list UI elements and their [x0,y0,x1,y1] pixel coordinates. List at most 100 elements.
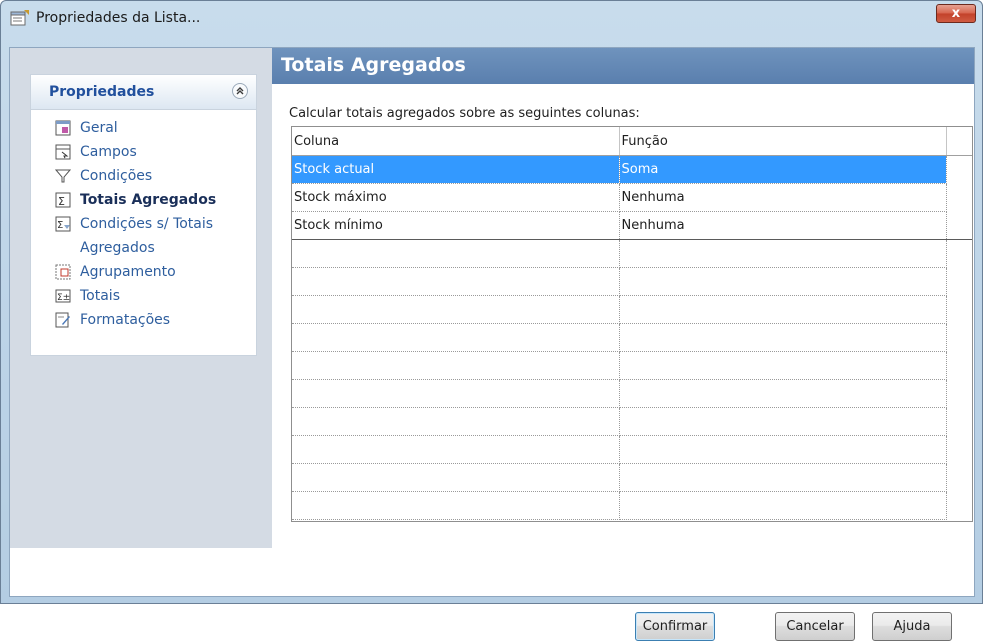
table-row-empty[interactable] [292,463,972,492]
sidebar-item-condicoes[interactable]: Condições [31,165,256,189]
sidebar-item-label: Totais [80,288,120,304]
cell-empty[interactable] [619,323,947,352]
cell-funcao[interactable]: Soma [619,155,947,184]
aggregates-grid[interactable]: Coluna Função Stock actual Soma Stock má [291,126,973,522]
dialog-body: Propriedades Geral Campos Condições Σ To… [9,47,975,641]
chevron-up-icon [236,87,244,95]
cell-empty[interactable] [292,267,620,296]
section-header: Totais Agregados [272,48,974,84]
sidebar-item-label: Condições [80,168,153,184]
formatting-icon [55,312,70,328]
sidebar-item-label: Geral [80,120,118,136]
cancel-button[interactable]: Cancelar [775,612,855,641]
cell-filler [946,296,972,324]
cell-empty[interactable] [292,491,620,520]
cell-filler [946,464,972,492]
table-row-empty[interactable] [292,267,972,296]
sidebar-item-totais[interactable]: Σ± Totais [31,285,256,309]
cell-empty[interactable] [619,267,947,296]
form-icon [55,120,71,136]
cell-filler [946,436,972,464]
filter-icon [55,169,71,183]
cell-empty[interactable] [292,239,620,268]
column-header-funcao[interactable]: Função [619,127,947,156]
sidebar-item-geral[interactable]: Geral [31,117,256,141]
table-row-empty[interactable] [292,239,972,268]
cell-filler [946,240,972,268]
cell-empty[interactable] [619,239,947,268]
column-header-coluna[interactable]: Coluna [292,127,620,156]
sidebar-item-label: Formatações [80,312,171,328]
svg-text:Σ: Σ [58,195,65,208]
cell-empty[interactable] [619,379,947,408]
fields-icon [55,144,71,160]
properties-panel: Propriedades Geral Campos Condições Σ To… [30,74,257,356]
cell-empty[interactable] [292,323,620,352]
cell-empty[interactable] [619,407,947,436]
cell-coluna[interactable]: Stock mínimo [292,211,620,240]
main-content: Totais Agregados Calcular totais agregad… [272,48,974,548]
cell-empty[interactable] [292,351,620,380]
cell-empty[interactable] [619,295,947,324]
title-bar[interactable]: Propriedades da Lista... x [1,1,982,35]
aggregates-table: Coluna Função Stock actual Soma Stock má [292,127,972,520]
cell-empty[interactable] [619,351,947,380]
table-row-empty[interactable] [292,435,972,464]
cell-filler [946,352,972,380]
sidebar-item-formatacoes[interactable]: Formatações [31,309,256,333]
sidebar-item-label: Totais Agregados [80,192,217,208]
table-row-empty[interactable] [292,491,972,520]
cell-empty[interactable] [292,379,620,408]
cell-empty[interactable] [292,435,620,464]
panel-title: Propriedades [49,84,155,100]
table-header-row: Coluna Função [292,127,972,156]
table-row-empty[interactable] [292,407,972,436]
cell-filler [946,492,972,520]
cell-empty[interactable] [292,407,620,436]
aggregate-condition-icon: Σ [55,216,71,232]
close-button[interactable]: x [936,4,976,23]
table-row[interactable]: Stock máximo Nenhuma [292,183,972,212]
totals-icon: Σ± [55,289,71,303]
cell-funcao[interactable]: Nenhuma [619,211,947,240]
cell-empty[interactable] [292,295,620,324]
cell-filler [946,380,972,408]
cell-filler [946,156,972,184]
window-title: Propriedades da Lista... [36,10,201,26]
sidebar-item-totais-agregados[interactable]: Σ Totais Agregados [31,189,256,213]
aggregate-icon: Σ [55,192,71,208]
cell-filler [946,268,972,296]
sidebar-item-agrupamento[interactable]: Agrupamento [31,261,256,285]
table-row-empty[interactable] [292,379,972,408]
confirm-button[interactable]: Confirmar [635,612,715,641]
cell-empty[interactable] [619,463,947,492]
column-header-filler [946,127,972,156]
sidebar-item-label: Agrupamento [80,264,176,280]
sidebar-item-condicoes-totais-agregados[interactable]: Σ Condições s/ Totais Agregados [31,213,256,261]
collapse-button[interactable] [232,83,248,99]
cell-coluna[interactable]: Stock máximo [292,183,620,212]
cell-empty[interactable] [619,491,947,520]
section-title: Totais Agregados [281,54,466,76]
sidebar-item-label: Campos [80,144,137,160]
cell-coluna[interactable]: Stock actual [292,155,620,184]
svg-text:Σ: Σ [57,220,63,231]
table-row-empty[interactable] [292,351,972,380]
cell-empty[interactable] [292,463,620,492]
table-row-empty[interactable] [292,295,972,324]
cell-filler [946,408,972,436]
cell-funcao[interactable]: Nenhuma [619,183,947,212]
cell-filler [946,184,972,212]
close-icon: x [951,6,961,21]
dialog-window: Propriedades da Lista... x Propriedades [0,0,983,641]
table-row[interactable]: Stock mínimo Nenhuma [292,211,972,240]
help-button[interactable]: Ajuda [872,612,952,641]
cell-filler [946,324,972,352]
properties-icon [10,10,29,26]
cell-filler [946,211,972,240]
table-row[interactable]: Stock actual Soma [292,155,972,184]
cell-empty[interactable] [619,435,947,464]
table-row-empty[interactable] [292,323,972,352]
sidebar: Propriedades Geral Campos Condições Σ To… [10,48,272,548]
sidebar-item-campos[interactable]: Campos [31,141,256,165]
